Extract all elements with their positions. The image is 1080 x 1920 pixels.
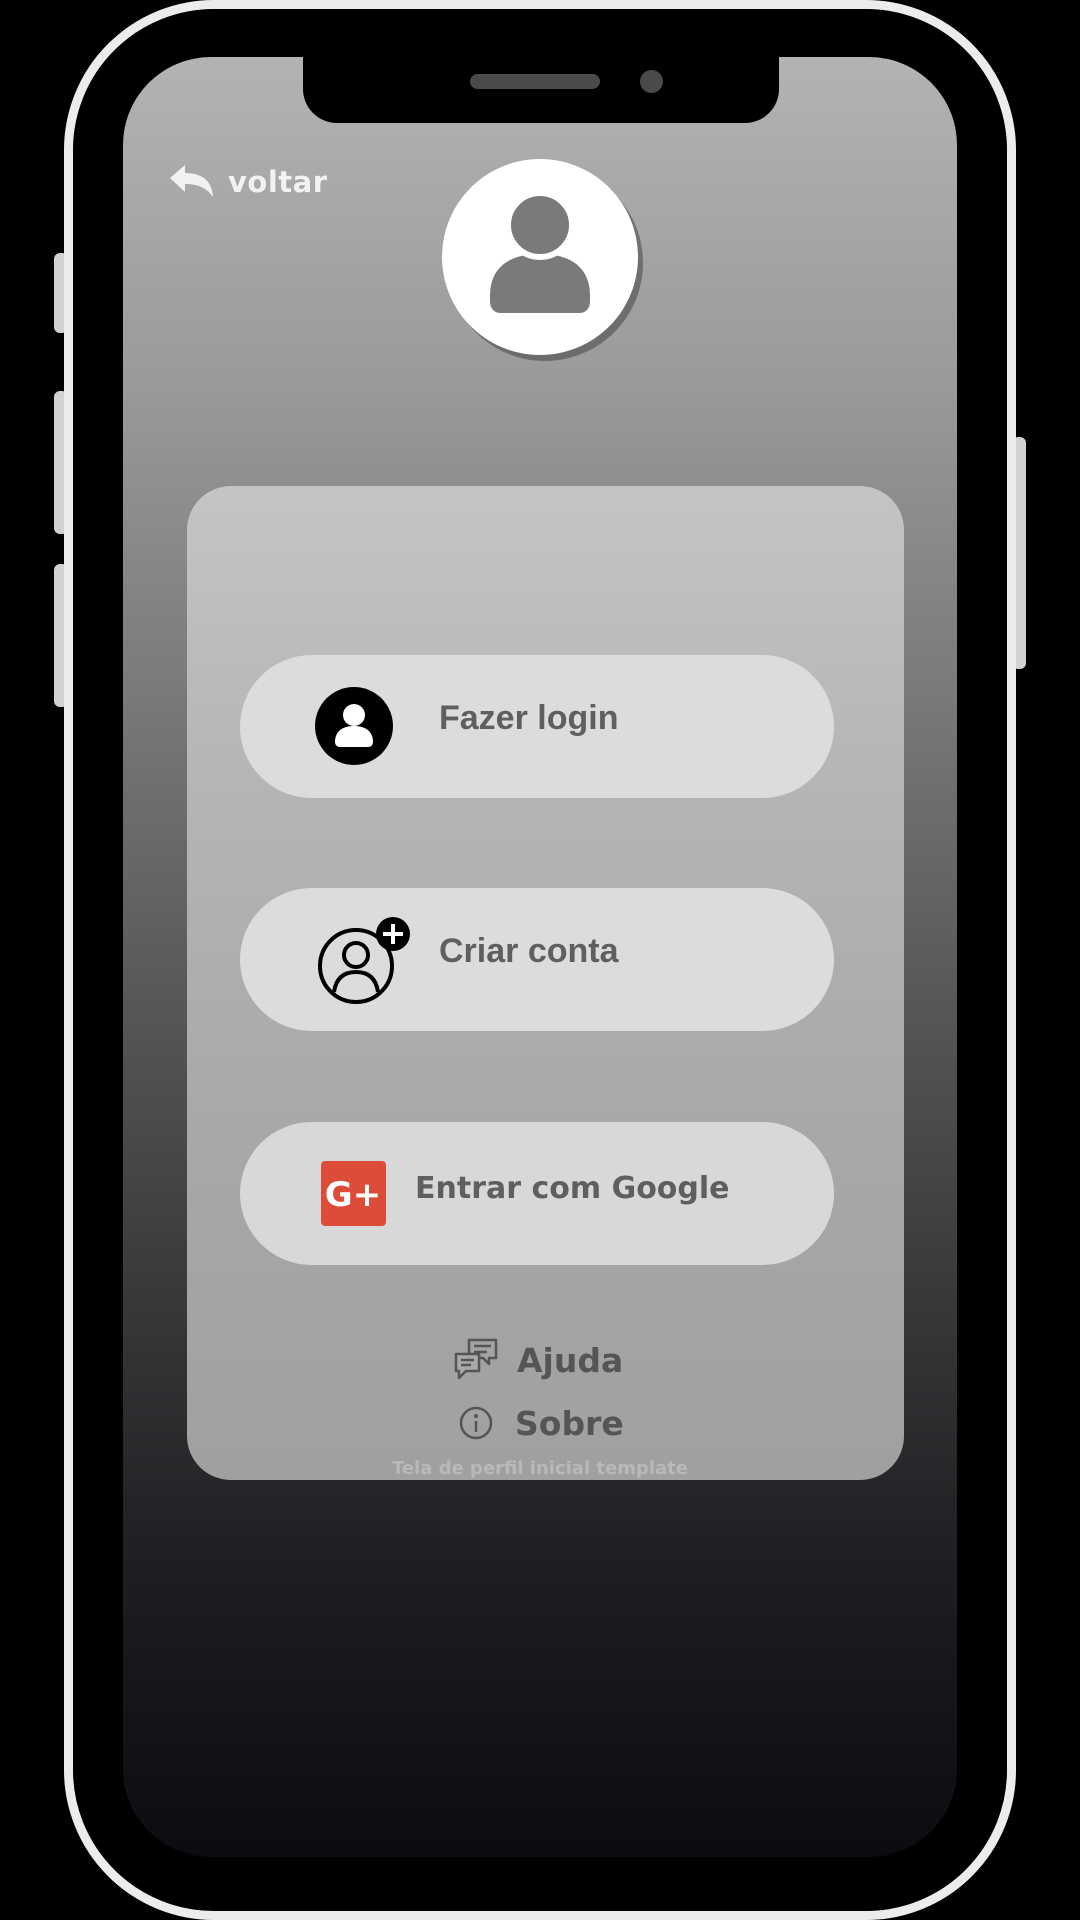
front-camera: [640, 70, 663, 93]
about-link[interactable]: Sobre: [458, 1400, 624, 1446]
google-plus-glyph: G+: [325, 1175, 381, 1215]
google-signin-button[interactable]: G+ Entrar com Google: [240, 1122, 834, 1265]
back-button[interactable]: voltar: [168, 160, 328, 204]
back-label: voltar: [228, 165, 328, 199]
google-plus-icon: G+: [321, 1161, 386, 1226]
reply-arrow-icon: [168, 163, 216, 201]
template-caption: Tela de perfil inicial template: [392, 1458, 688, 1479]
user-avatar-icon: [484, 190, 596, 319]
help-link[interactable]: Ajuda: [453, 1335, 623, 1385]
help-label: Ajuda: [517, 1340, 624, 1380]
login-label: Fazer login: [439, 699, 619, 737]
app-stage: voltar Fazer login Criar conta G+ Entrar…: [0, 0, 1080, 1920]
speaker-grille: [470, 74, 600, 89]
login-button[interactable]: Fazer login: [240, 655, 834, 798]
chat-bubbles-icon: [453, 1337, 499, 1383]
google-signin-label: Entrar com Google: [415, 1171, 730, 1206]
create-account-button[interactable]: Criar conta: [240, 888, 834, 1031]
info-icon: [458, 1405, 494, 1441]
create-account-label: Criar conta: [439, 932, 619, 970]
phone-notch: [303, 57, 779, 123]
about-label: Sobre: [515, 1403, 624, 1443]
user-circle-icon: [315, 687, 393, 765]
profile-avatar: [442, 159, 638, 355]
user-add-icon: [318, 916, 414, 1006]
